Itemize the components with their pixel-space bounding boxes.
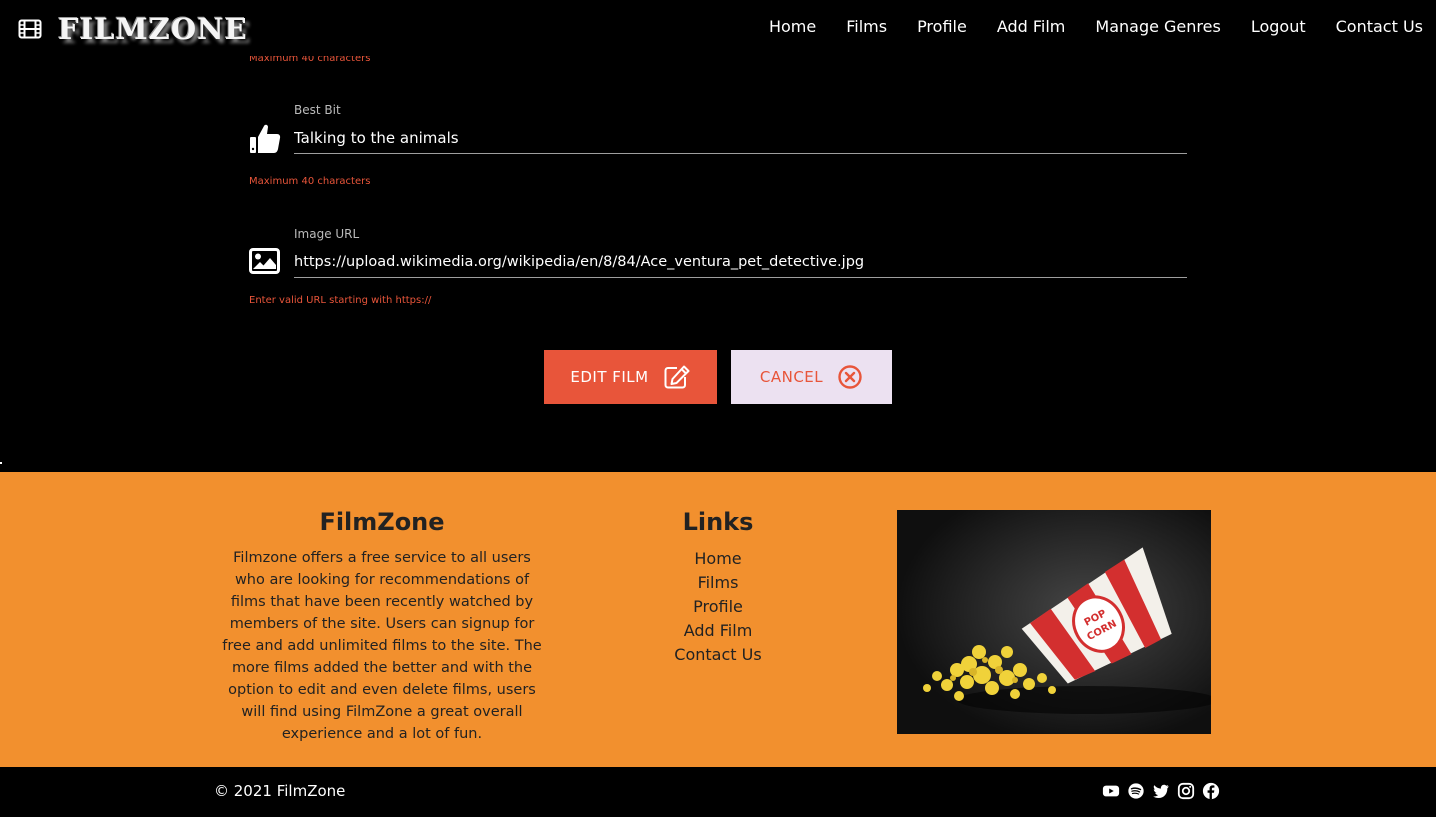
nav-link-manage-genres[interactable]: Manage Genres <box>1095 17 1220 37</box>
instagram-icon[interactable] <box>1177 782 1195 800</box>
nav-link-add-film[interactable]: Add Film <box>997 17 1066 37</box>
page-marker <box>0 462 2 464</box>
twitter-icon[interactable] <box>1152 782 1170 800</box>
best-bit-label: Best Bit <box>294 103 341 117</box>
best-bit-field: Best Bit Maximum 40 characters <box>249 100 1187 190</box>
edit-icon <box>664 365 690 389</box>
image-url-label: Image URL <box>294 227 360 241</box>
thumbs-up-icon <box>250 124 281 153</box>
copyright-text: © 2021 FilmZone <box>214 782 346 800</box>
footer-link-home[interactable]: Home <box>618 547 818 571</box>
cancel-label: CANCEL <box>759 368 824 386</box>
nav-link-contact-us[interactable]: Contact Us <box>1336 17 1423 37</box>
footer-about-title: FilmZone <box>319 508 445 536</box>
best-bit-helper: Maximum 40 characters <box>249 176 371 187</box>
footer-link-contact-us[interactable]: Contact Us <box>618 643 818 667</box>
social-links <box>1102 782 1227 800</box>
image-url-helper: Enter valid URL starting with https:// <box>249 295 432 306</box>
footer-link-profile[interactable]: Profile <box>618 595 818 619</box>
spotify-icon[interactable] <box>1127 782 1145 800</box>
footer: FilmZone Filmzone offers a free service … <box>0 472 1436 767</box>
image-url-input[interactable] <box>294 246 1187 278</box>
popcorn-image: POP CORN <box>897 510 1211 734</box>
image-icon <box>249 248 280 274</box>
footer-about-text: Filmzone offers a free service to all us… <box>222 550 542 742</box>
footer-link-films[interactable]: Films <box>618 571 818 595</box>
nav-link-logout[interactable]: Logout <box>1251 17 1306 37</box>
edit-film-label: EDIT FILM <box>570 368 649 386</box>
footer-links: Home Films Profile Add Film Contact Us <box>618 547 818 667</box>
brand[interactable]: FILMZONE <box>18 12 248 46</box>
nav-link-films[interactable]: Films <box>846 17 887 37</box>
close-circle-icon <box>838 365 862 389</box>
cancel-button[interactable]: CANCEL <box>731 350 892 404</box>
navbar: FILMZONE Home Films Profile Add Film Man… <box>0 0 1436 56</box>
youtube-icon[interactable] <box>1102 782 1120 800</box>
footer-link-add-film[interactable]: Add Film <box>618 619 818 643</box>
best-bit-input[interactable] <box>294 122 1187 154</box>
image-url-field: Image URL Enter valid URL starting with … <box>249 224 1187 314</box>
facebook-icon[interactable] <box>1202 782 1220 800</box>
film-icon <box>18 19 42 39</box>
nav-links: Home Films Profile Add Film Manage Genre… <box>739 17 1423 37</box>
brand-logo-text: FILMZONE <box>58 12 248 46</box>
footer-links-title: Links <box>682 508 754 536</box>
nav-link-home[interactable]: Home <box>769 17 816 37</box>
nav-link-profile[interactable]: Profile <box>917 17 967 37</box>
bottom-bar: © 2021 FilmZone <box>0 767 1436 817</box>
edit-film-button[interactable]: EDIT FILM <box>544 350 717 404</box>
